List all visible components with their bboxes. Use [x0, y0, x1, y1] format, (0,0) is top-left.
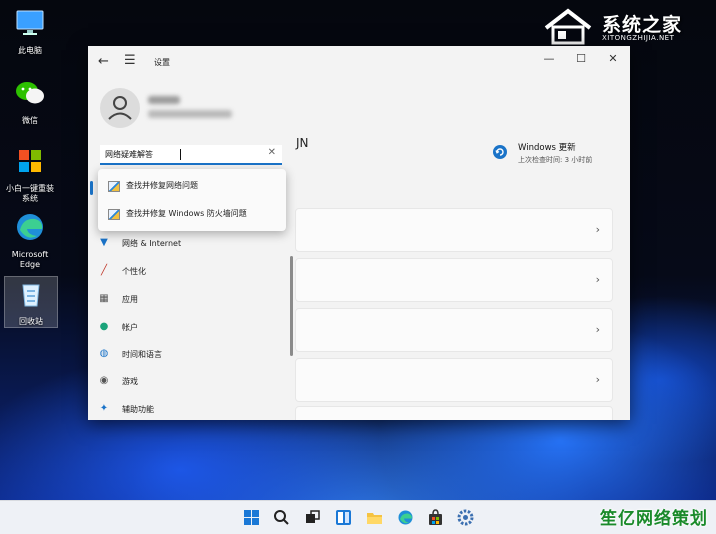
- desktop-icon-this-pc[interactable]: 此电脑: [4, 6, 56, 56]
- sidebar-item-time-language[interactable]: ◍ 时间和语言: [96, 343, 286, 365]
- desktop-icon-label: 回收站: [19, 317, 43, 326]
- user-name-blurred: [148, 96, 180, 104]
- globe-clock-icon: ◍: [99, 348, 109, 359]
- sidebar-item-label: 网络 & Internet: [122, 239, 182, 248]
- brush-icon: ╱: [100, 265, 108, 276]
- sidebar-item-accounts[interactable]: ● 帐户: [96, 316, 286, 338]
- store-icon[interactable]: [427, 509, 444, 526]
- suggestion-label: 查找并修复网络问题: [126, 181, 198, 190]
- account-icon: ●: [99, 321, 109, 332]
- settings-window: ← ☰ 设置 — ☐ ✕ JN Windows 更新 上次检查时间: 3 小时前…: [88, 46, 630, 420]
- hamburger-menu-icon[interactable]: ☰: [124, 53, 136, 68]
- xiaobai-reinstall-icon: [19, 150, 41, 172]
- windows-update-subtitle: 上次检查时间: 3 小时前: [518, 156, 593, 164]
- desktop-icon-wechat[interactable]: 微信: [4, 76, 56, 126]
- sidebar-item-label: 辅助功能: [122, 405, 154, 414]
- watermark-brand: 系统之家: [602, 14, 683, 36]
- wechat-icon: [16, 82, 44, 104]
- person-icon: [108, 96, 132, 120]
- sidebar-item-network[interactable]: ▼ 网络 & Internet: [96, 232, 286, 254]
- accessibility-icon: ✦: [99, 403, 109, 414]
- settings-card[interactable]: ›: [295, 308, 613, 352]
- task-view-icon[interactable]: [304, 509, 321, 526]
- widgets-icon[interactable]: [335, 509, 352, 526]
- desktop-icon-label: 微信: [22, 116, 38, 125]
- chevron-right-icon: ›: [595, 323, 600, 336]
- title-bar: ← ☰ 设置 — ☐ ✕: [88, 46, 630, 78]
- start-icon[interactable]: [243, 509, 260, 526]
- sidebar-item-accessibility[interactable]: ✦ 辅助功能: [96, 398, 286, 420]
- monitor-icon: [16, 10, 44, 35]
- settings-search-input[interactable]: 网络疑难解答 ✕: [100, 145, 282, 165]
- back-arrow-icon[interactable]: ←: [98, 54, 109, 69]
- troubleshoot-icon: [108, 209, 120, 220]
- chevron-right-icon: ›: [595, 223, 600, 236]
- chevron-right-icon: ›: [595, 273, 600, 286]
- close-button[interactable]: ✕: [604, 52, 622, 65]
- sidebar-item-gaming[interactable]: ◉ 游戏: [96, 370, 286, 392]
- recycle-bin-icon: [22, 284, 40, 307]
- settings-card[interactable]: ›: [295, 258, 613, 302]
- chevron-right-icon: ›: [595, 373, 600, 386]
- sidebar-item-label: 帐户: [122, 323, 138, 332]
- text-caret: [180, 149, 181, 160]
- search-suggestion-item[interactable]: 查找并修复 Windows 防火墙问题: [98, 201, 286, 227]
- watermark-url: XITONGZHIJIA.NET: [602, 34, 675, 42]
- maximize-button[interactable]: ☐: [572, 52, 590, 65]
- desktop-icon-label: 小白一键重装 系统: [6, 184, 54, 203]
- clear-search-icon[interactable]: ✕: [268, 147, 276, 158]
- edge-taskbar-icon[interactable]: [397, 509, 414, 526]
- windows-update-icon: [493, 145, 507, 159]
- sidebar-item-label: 时间和语言: [122, 350, 162, 359]
- bottom-watermark: 笙亿网络策划: [600, 509, 708, 529]
- sidebar-item-personalization[interactable]: ╱ 个性化: [96, 260, 286, 282]
- search-suggestions-dropdown: 查找并修复网络问题 查找并修复 Windows 防火墙问题: [98, 169, 286, 231]
- selected-indicator: [90, 181, 93, 195]
- suggestion-label: 查找并修复 Windows 防火墙问题: [126, 209, 247, 218]
- site-watermark-logo: 系统之家 XITONGZHIJIA.NET: [542, 2, 712, 48]
- minimize-button[interactable]: —: [540, 52, 558, 65]
- user-email-blurred: [148, 110, 232, 118]
- edge-icon: [17, 214, 43, 240]
- avatar: [100, 88, 140, 128]
- gamepad-icon: ◉: [99, 375, 109, 386]
- sidebar-item-label: 应用: [122, 295, 138, 304]
- settings-icon[interactable]: [457, 509, 474, 526]
- settings-card[interactable]: ›: [295, 208, 613, 252]
- network-icon: ▼: [100, 237, 108, 248]
- window-title: 设置: [154, 58, 170, 67]
- desktop-icon-label: Microsoft Edge: [11, 250, 49, 269]
- search-suggestion-item[interactable]: 查找并修复网络问题: [98, 173, 286, 199]
- desktop-icon-edge[interactable]: Microsoft Edge: [4, 210, 56, 270]
- sidebar-scrollbar[interactable]: [290, 256, 293, 356]
- sidebar-item-apps[interactable]: ▦ 应用: [96, 288, 286, 310]
- sidebar-item-label: 个性化: [122, 267, 146, 276]
- search-icon[interactable]: [273, 509, 290, 526]
- account-name-partial: JN: [296, 136, 309, 150]
- settings-card[interactable]: ›: [295, 358, 613, 402]
- house-logo-icon: [544, 8, 592, 45]
- apps-icon: ▦: [99, 293, 109, 304]
- search-query: 网络疑难解答: [105, 150, 153, 159]
- desktop-icon-label: 此电脑: [18, 46, 42, 55]
- windows-update-title[interactable]: Windows 更新: [518, 141, 576, 153]
- desktop-icon-recycle-bin[interactable]: 回收站: [4, 276, 58, 328]
- file-explorer-icon[interactable]: [366, 509, 383, 526]
- settings-card[interactable]: [295, 406, 613, 420]
- troubleshoot-icon: [108, 181, 120, 192]
- sidebar-item-label: 游戏: [122, 377, 138, 386]
- desktop-icon-xiaobai[interactable]: 小白一键重装 系统: [4, 144, 56, 204]
